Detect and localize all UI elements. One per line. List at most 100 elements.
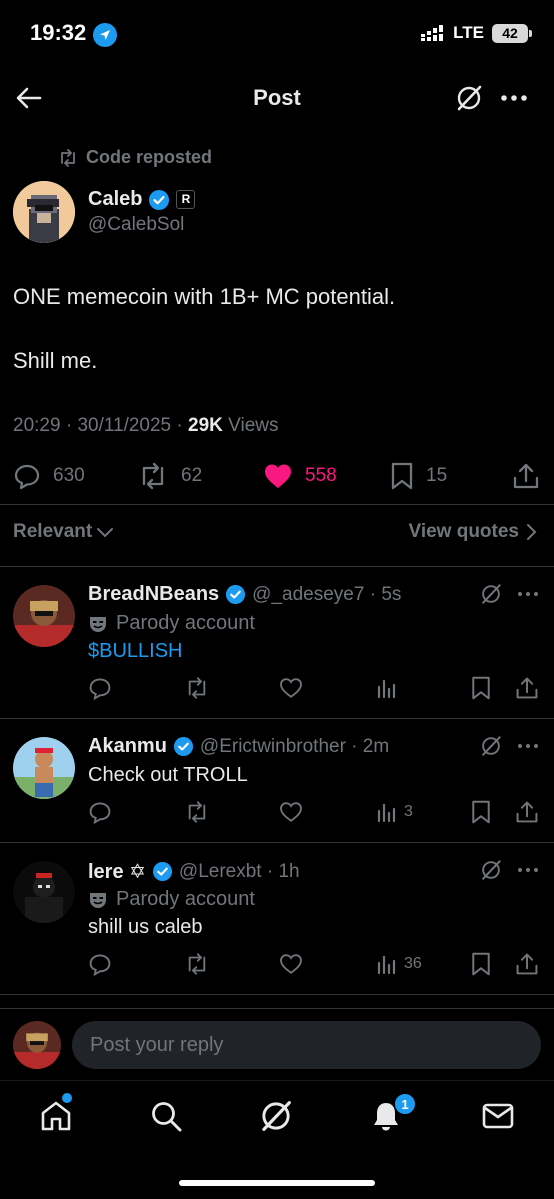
reply-author-name[interactable]: BreadNBeans [88, 583, 219, 606]
bookmark-icon [391, 462, 413, 490]
reply-author-row[interactable]: BreadNBeans @_adeseye7 · 5s [88, 583, 401, 606]
parody-label: Parody account [116, 888, 255, 910]
tab-grok[interactable] [259, 1099, 293, 1133]
reply-share-button[interactable] [515, 952, 539, 976]
repost-indicator[interactable]: Code reposted [58, 147, 212, 168]
reply-icon [89, 678, 111, 700]
reply-text[interactable]: $BULLISH [88, 640, 183, 663]
divider [0, 504, 554, 505]
divider [0, 566, 554, 567]
repost-icon [188, 801, 206, 823]
reply-author-name[interactable]: lere ✡ [88, 859, 146, 884]
grok-icon [482, 584, 501, 604]
post-time: 20:29 [13, 415, 61, 436]
share-button[interactable] [512, 462, 540, 490]
reply-bookmark-button[interactable] [470, 676, 492, 700]
reply-reply-button[interactable] [88, 676, 112, 700]
reply-repost-button[interactable] [184, 800, 210, 824]
reply-time: 2m [362, 735, 390, 757]
home-indicator [179, 1180, 375, 1186]
chevron-right-icon [527, 524, 537, 540]
home-notification-dot [62, 1093, 72, 1103]
signal-icon [421, 25, 444, 41]
reply-more-button[interactable] [517, 736, 539, 756]
reply-views-button[interactable]: 3 [376, 801, 413, 823]
grok-button[interactable] [455, 84, 483, 112]
network-label: LTE [453, 23, 484, 42]
repost-icon [188, 953, 206, 975]
post-text-line2: Shill me. [13, 348, 98, 373]
reply-share-button[interactable] [515, 676, 539, 700]
reply-icon [14, 464, 40, 490]
parody-mask-icon [90, 616, 106, 632]
reply-button[interactable]: 630 [13, 462, 85, 490]
reply-author-name[interactable]: Akanmu [88, 735, 167, 758]
grok-button[interactable] [480, 859, 502, 881]
reply-avatar[interactable] [13, 737, 75, 799]
status-right: LTE 42 [421, 23, 532, 43]
tab-messages[interactable] [481, 1100, 515, 1132]
battery-icon: 42 [492, 23, 532, 43]
search-icon [152, 1102, 182, 1132]
heart-icon [280, 802, 302, 822]
parody-label-row: Parody account [88, 612, 255, 635]
reply-author-handle[interactable]: @_adeseye7 [252, 584, 364, 605]
bookmark-count: 15 [426, 465, 448, 486]
reply-avatar[interactable] [13, 585, 75, 647]
reply-reply-button[interactable] [88, 952, 112, 976]
heart-filled-icon [265, 464, 291, 488]
grok-icon [482, 860, 501, 880]
reply-author-row[interactable]: lere ✡ @Lerexbt · 1h [88, 859, 300, 884]
repost-icon [188, 677, 206, 699]
share-icon [516, 677, 538, 699]
reply-share-button[interactable] [515, 800, 539, 824]
author-avatar[interactable] [13, 181, 75, 243]
reply-views-button[interactable] [376, 677, 398, 699]
author-handle[interactable]: @CalebSol [88, 214, 184, 236]
more-icon [501, 95, 527, 101]
reply-time: 5s [381, 583, 402, 605]
reply-author-handle[interactable]: @Erictwinbrother [200, 736, 346, 757]
reply-like-button[interactable] [279, 676, 303, 700]
reply-bookmark-button[interactable] [470, 800, 492, 824]
bookmark-icon [472, 800, 490, 824]
more-options-button[interactable] [500, 86, 528, 110]
tab-home[interactable] [39, 1099, 73, 1133]
repost-button[interactable]: 62 [137, 462, 202, 490]
analytics-icon [377, 803, 396, 823]
sort-dropdown[interactable]: Relevant [13, 521, 114, 543]
reply-more-button[interactable] [517, 860, 539, 880]
home-icon [41, 1101, 71, 1131]
views-count: 29K [188, 415, 223, 436]
reply-repost-button[interactable] [184, 676, 210, 700]
divider [0, 994, 554, 995]
reply-more-button[interactable] [517, 584, 539, 604]
like-count: 558 [305, 465, 337, 486]
author-name-row[interactable]: Caleb R [88, 188, 196, 211]
reply-repost-button[interactable] [184, 952, 210, 976]
more-icon [518, 868, 538, 872]
parody-label: Parody account [116, 612, 255, 634]
reply-like-button[interactable] [279, 800, 303, 824]
grok-button[interactable] [480, 735, 502, 757]
repost-icon [61, 148, 75, 167]
tab-search[interactable] [149, 1099, 183, 1133]
more-icon [518, 744, 538, 748]
bookmark-button[interactable]: 15 [390, 462, 447, 490]
reply-author-handle[interactable]: @Lerexbt [179, 861, 262, 882]
reply-reply-button[interactable] [88, 800, 112, 824]
author-name[interactable]: Caleb [88, 188, 142, 211]
like-button[interactable]: 558 [263, 462, 337, 490]
reply-input[interactable]: Post your reply [72, 1021, 541, 1069]
grok-button[interactable] [480, 583, 502, 605]
status-time: 19:32 [30, 20, 87, 45]
reply-views-button[interactable]: 36 [376, 953, 422, 975]
reply-avatar[interactable] [13, 861, 75, 923]
reply-author-row[interactable]: Akanmu @Erictwinbrother · 2m [88, 735, 389, 758]
bookmark-icon [472, 952, 490, 976]
own-avatar[interactable] [13, 1021, 61, 1069]
affiliate-badge-icon[interactable]: R [176, 190, 196, 209]
reply-bookmark-button[interactable] [470, 952, 492, 976]
reply-like-button[interactable] [279, 952, 303, 976]
view-quotes-link[interactable]: View quotes [408, 521, 537, 543]
